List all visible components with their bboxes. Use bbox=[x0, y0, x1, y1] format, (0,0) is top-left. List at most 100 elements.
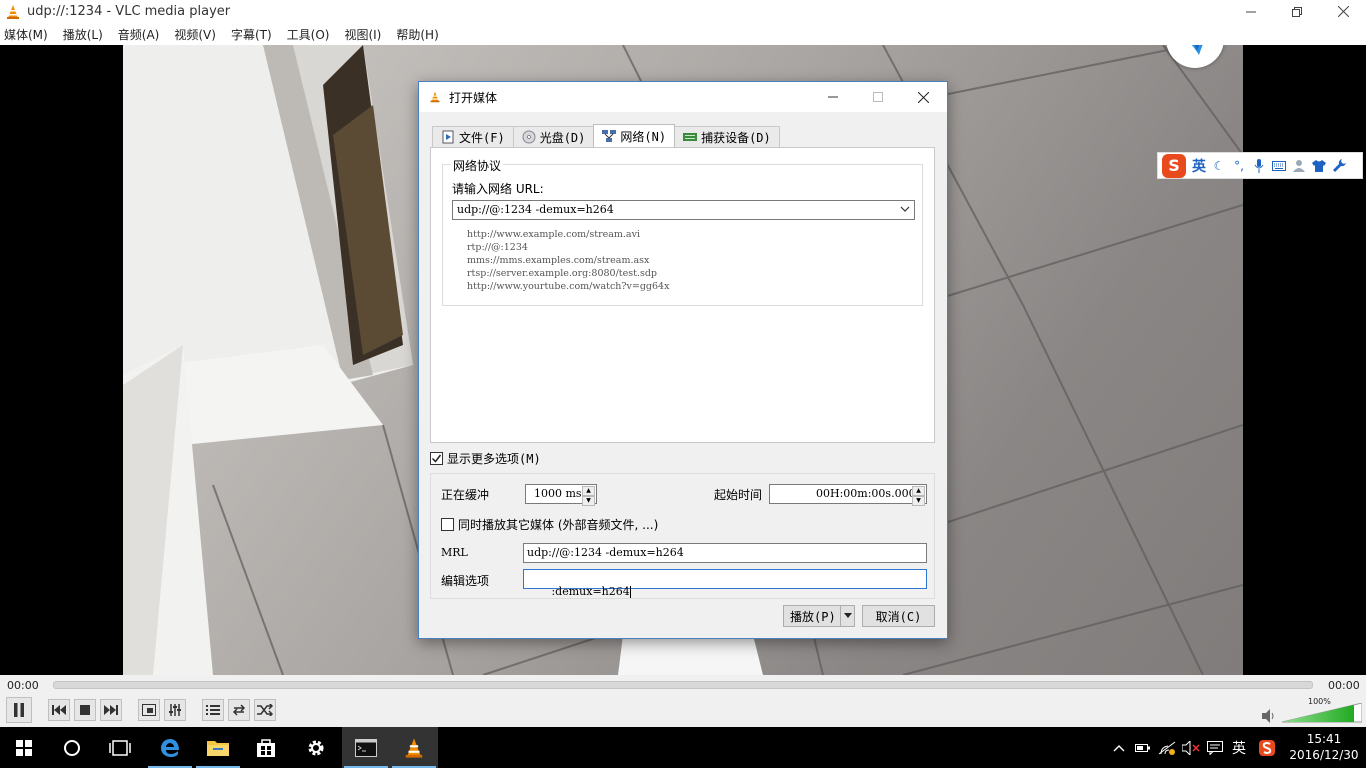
tab-network-label: 网络(N) bbox=[620, 129, 667, 144]
menu-video[interactable]: 视频(V) bbox=[174, 26, 216, 43]
seek-bar[interactable] bbox=[53, 681, 1313, 689]
caching-spinbox[interactable]: 1000 ms ▲ ▼ bbox=[525, 484, 597, 506]
taskbar-vlc[interactable] bbox=[390, 727, 438, 768]
menu-media[interactable]: 媒体(M) bbox=[4, 26, 48, 43]
dialog-minimize-button[interactable] bbox=[811, 82, 855, 112]
menu-help[interactable]: 帮助(H) bbox=[396, 26, 438, 43]
shuffle-button[interactable] bbox=[254, 699, 276, 721]
protocol-group-legend: 网络协议 bbox=[451, 157, 504, 174]
tab-capture-device[interactable]: 捕获设备(D) bbox=[674, 126, 780, 147]
fullscreen-button[interactable] bbox=[138, 699, 160, 721]
show-more-options-toggle[interactable]: 显示更多选项(M) bbox=[430, 450, 541, 467]
chevron-shape bbox=[900, 206, 910, 212]
play-button[interactable]: 播放(P) bbox=[783, 605, 855, 627]
spin-down-icon[interactable]: ▼ bbox=[912, 496, 925, 506]
spin-down-icon[interactable]: ▼ bbox=[582, 496, 595, 506]
wifi-icon bbox=[1158, 741, 1176, 755]
sogou-s-icon bbox=[1259, 740, 1275, 756]
punctuation-icon[interactable]: °, bbox=[1232, 159, 1246, 173]
loop-button[interactable] bbox=[228, 699, 250, 721]
speaker-muted-icon bbox=[1182, 741, 1200, 755]
user-icon[interactable] bbox=[1292, 159, 1306, 173]
tray-notification-icon[interactable] bbox=[1206, 739, 1224, 757]
keyboard-icon[interactable] bbox=[1272, 159, 1286, 173]
tab-disc-label: 光盘(D) bbox=[539, 130, 586, 145]
edit-options-field[interactable]: :demux=h264 bbox=[523, 569, 927, 598]
wrench-icon[interactable] bbox=[1332, 159, 1346, 173]
show-more-options-checkbox[interactable] bbox=[430, 452, 443, 465]
close-icon bbox=[917, 91, 929, 103]
tray-show-hidden-icon[interactable] bbox=[1110, 739, 1128, 757]
previous-button[interactable] bbox=[48, 699, 70, 721]
taskbar-edge[interactable] bbox=[146, 727, 194, 768]
extended-settings-button[interactable] bbox=[164, 699, 186, 721]
cancel-button[interactable]: 取消(C) bbox=[862, 605, 935, 627]
spin-up-icon[interactable]: ▲ bbox=[582, 486, 595, 496]
console-icon bbox=[355, 738, 377, 757]
taskbar-settings[interactable] bbox=[292, 727, 340, 768]
menu-bar: 媒体(M) 播放(L) 音频(A) 视频(V) 字幕(T) 工具(O) 视图(I… bbox=[0, 23, 1366, 45]
volume-slider[interactable] bbox=[1282, 703, 1362, 723]
skin-shirt-icon[interactable] bbox=[1312, 159, 1326, 173]
tab-capture-label: 捕获设备(D) bbox=[701, 130, 771, 145]
menu-subtitle[interactable]: 字幕(T) bbox=[231, 26, 272, 43]
url-example: mms://mms.examples.com/stream.asx bbox=[467, 255, 650, 266]
next-button[interactable] bbox=[100, 699, 122, 721]
microphone-icon[interactable] bbox=[1252, 158, 1266, 173]
network-url-combobox[interactable]: udp://@:1234 -demux=h264 bbox=[452, 200, 915, 220]
dialog-close-button[interactable] bbox=[901, 82, 945, 112]
edit-options-label: 编辑选项 bbox=[441, 574, 490, 588]
window-title: udp://:1234 - VLC media player bbox=[27, 4, 231, 19]
user-shape bbox=[1293, 160, 1305, 172]
edit-options-value: :demux=h264 bbox=[547, 585, 630, 598]
network-protocol-group: 网络协议 请输入网络 URL: udp://@:1234 -demux=h264… bbox=[442, 157, 923, 306]
next-icon bbox=[104, 705, 118, 715]
tab-network[interactable]: 网络(N) bbox=[593, 124, 676, 147]
tab-file[interactable]: 文件(F) bbox=[432, 126, 514, 147]
minimize-button[interactable] bbox=[1228, 0, 1274, 23]
loop-icon bbox=[232, 704, 246, 716]
menu-tools[interactable]: 工具(O) bbox=[287, 26, 330, 43]
sync-play-toggle[interactable]: 同时播放其它媒体 (外部音频文件, ...) bbox=[441, 516, 658, 533]
start-time-spinbox[interactable]: 00H:00m:00s.000 ▲ ▼ bbox=[769, 484, 927, 506]
minimize-icon bbox=[1246, 11, 1256, 12]
menu-playback[interactable]: 播放(L) bbox=[63, 26, 103, 43]
url-example: rtsp://server.example.org:8080/test.sdp bbox=[467, 268, 657, 279]
menu-view[interactable]: 视图(I) bbox=[344, 26, 381, 43]
moon-icon[interactable]: ☾ bbox=[1212, 159, 1226, 173]
tray-wifi-icon[interactable] bbox=[1158, 739, 1176, 757]
start-time-value: 00H:00m:00s.000 bbox=[816, 487, 916, 500]
taskbar-console[interactable] bbox=[342, 727, 390, 768]
taskbar-file-explorer[interactable] bbox=[194, 727, 242, 768]
caching-label: 正在缓冲 bbox=[441, 488, 490, 502]
mrl-field[interactable]: udp://@:1234 -demux=h264 bbox=[523, 543, 927, 563]
url-example: http://www.yourtube.com/watch?v=gg64x bbox=[467, 281, 670, 292]
stop-button[interactable] bbox=[74, 699, 96, 721]
play-dropdown-arrow-icon[interactable] bbox=[840, 606, 854, 626]
close-button[interactable] bbox=[1320, 0, 1366, 23]
speaker-icon[interactable] bbox=[1262, 709, 1276, 723]
tray-volume-muted-icon[interactable] bbox=[1182, 739, 1200, 757]
tray-sogou-icon[interactable] bbox=[1258, 739, 1276, 757]
taskbar-store[interactable] bbox=[242, 727, 290, 768]
task-view-button[interactable] bbox=[96, 727, 144, 768]
edge-icon bbox=[161, 738, 179, 757]
chevron-down-icon[interactable] bbox=[900, 202, 910, 219]
sync-play-checkbox[interactable] bbox=[441, 518, 454, 531]
start-button[interactable] bbox=[0, 727, 48, 768]
checkmark-icon bbox=[431, 454, 442, 463]
sogou-s-icon[interactable]: S bbox=[1162, 153, 1186, 178]
tab-disc[interactable]: 光盘(D) bbox=[512, 126, 595, 147]
ime-language[interactable]: 英 bbox=[1192, 156, 1206, 176]
tray-ime-language[interactable]: 英 bbox=[1230, 739, 1248, 757]
sync-play-label: 同时播放其它媒体 (外部音频文件, ...) bbox=[458, 518, 659, 532]
pause-button[interactable] bbox=[6, 697, 32, 723]
wrench-shape bbox=[1332, 159, 1346, 172]
menu-audio[interactable]: 音频(A) bbox=[118, 26, 160, 43]
restore-button[interactable] bbox=[1274, 0, 1320, 23]
spin-up-icon[interactable]: ▲ bbox=[912, 486, 925, 496]
playlist-button[interactable] bbox=[202, 699, 224, 721]
cortana-search-button[interactable] bbox=[48, 727, 96, 768]
taskbar-clock[interactable]: 15:41 2016/12/30 bbox=[1284, 731, 1364, 763]
tray-power-icon[interactable] bbox=[1134, 739, 1152, 757]
